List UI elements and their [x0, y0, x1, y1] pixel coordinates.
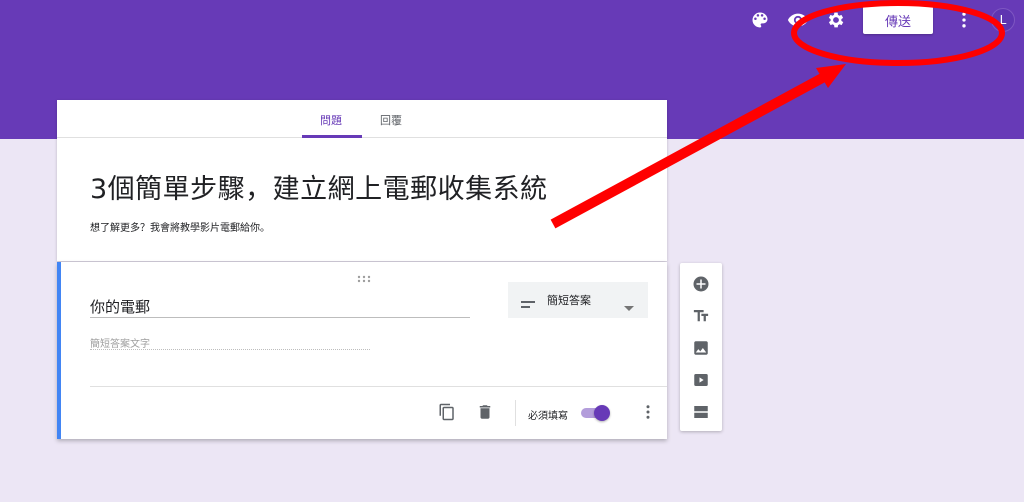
dropdown-arrow-icon	[624, 297, 634, 316]
footer-separator	[515, 400, 516, 426]
delete-icon[interactable]	[475, 402, 495, 422]
form-header-card: 問題 回覆 3個簡單步驟，建立網上電郵收集系統 想了解更多？我會將教學影片電郵給…	[57, 100, 667, 261]
question-type-dropdown[interactable]: 簡短答案	[508, 282, 648, 318]
side-toolbar	[680, 263, 722, 431]
required-label: 必須填寫	[528, 411, 568, 422]
palette-icon[interactable]	[748, 8, 772, 32]
question-type-label: 簡短答案	[547, 294, 591, 307]
question-title-input[interactable]: 你的電郵	[90, 296, 470, 318]
form-description[interactable]: 想了解更多？我會將教學影片電郵給你。	[90, 219, 270, 234]
question-card[interactable]: 你的電郵 簡短答案 簡短答案文字 必須填寫	[57, 262, 667, 439]
drag-handle-icon[interactable]	[357, 268, 371, 283]
footer-divider	[90, 386, 667, 387]
form-title[interactable]: 3個簡單步驟，建立網上電郵收集系統	[90, 167, 548, 206]
tab-active-indicator	[302, 135, 362, 138]
settings-gear-icon[interactable]	[824, 8, 848, 32]
add-title-icon[interactable]	[691, 306, 711, 326]
preview-eye-icon[interactable]	[786, 8, 810, 32]
toggle-thumb	[594, 405, 610, 421]
send-button[interactable]: 傳送	[863, 6, 933, 34]
duplicate-icon[interactable]	[437, 402, 457, 422]
tab-responses[interactable]: 回覆	[380, 112, 402, 128]
add-section-icon[interactable]	[691, 402, 711, 422]
question-more-icon[interactable]	[638, 402, 658, 422]
add-video-icon[interactable]	[691, 370, 711, 390]
tab-questions[interactable]: 問題	[320, 112, 342, 128]
more-vert-icon[interactable]	[952, 8, 976, 32]
tab-bar: 問題 回覆	[57, 100, 667, 138]
avatar[interactable]: L	[991, 8, 1015, 32]
add-question-icon[interactable]	[691, 274, 711, 294]
add-image-icon[interactable]	[691, 338, 711, 358]
required-toggle[interactable]	[579, 405, 611, 421]
short-answer-placeholder: 簡短答案文字	[90, 335, 370, 350]
short-text-icon	[521, 295, 535, 314]
